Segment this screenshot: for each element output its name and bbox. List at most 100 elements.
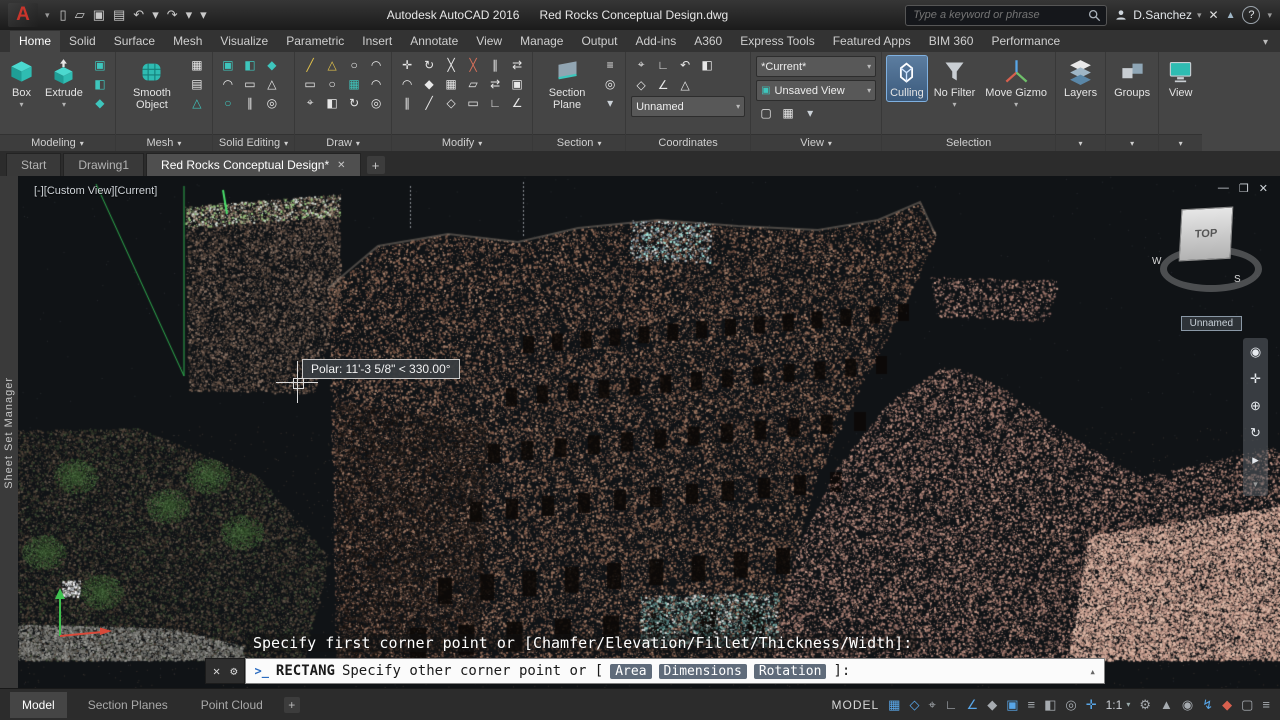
selection-cycling-icon[interactable]: ◎ <box>1065 697 1076 713</box>
user-caret-icon[interactable]: ▾ <box>1197 10 1202 21</box>
panel-label-coordinates[interactable]: Coordinates <box>626 134 750 151</box>
panel-label-draw[interactable]: Draw ▾ <box>295 134 391 151</box>
box-caret-icon[interactable]: ▾ <box>19 101 23 109</box>
view-manager-icon[interactable]: ▦ <box>778 104 798 121</box>
orbit-icon[interactable]: ↻ <box>1250 426 1261 439</box>
extrude-button[interactable]: Extrude ▾ <box>42 56 86 111</box>
polar-tracking-icon[interactable]: ∠ <box>967 697 979 713</box>
live-section-icon[interactable]: ≡ <box>600 56 620 73</box>
stretch-icon[interactable]: ⇄ <box>485 75 505 92</box>
region-icon[interactable]: ◧ <box>322 94 342 111</box>
tab-annotate[interactable]: Annotate <box>401 31 467 52</box>
model-space-label[interactable]: MODEL <box>831 698 879 712</box>
tab-featured-apps[interactable]: Featured Apps <box>824 31 920 52</box>
imprint-icon[interactable]: ∥ <box>240 94 260 111</box>
tab-performance[interactable]: Performance <box>982 31 1069 52</box>
section-plane-button[interactable]: Section Plane <box>538 56 596 113</box>
tab-surface[interactable]: Surface <box>105 31 164 52</box>
command-close-icon[interactable]: ✕ <box>213 664 220 678</box>
line-icon[interactable]: ╱ <box>300 56 320 73</box>
ucs-named-combo[interactable]: Unnamed ▾ <box>631 96 745 117</box>
view-more-caret-icon[interactable]: ▾ <box>800 104 820 121</box>
move-icon[interactable]: ✛ <box>397 56 417 73</box>
clean-screen-icon[interactable]: ▢ <box>1241 697 1253 713</box>
explode-icon[interactable]: ◆ <box>419 75 439 92</box>
mesh-smooth-more-icon[interactable]: △ <box>187 94 207 111</box>
full-navigation-wheel-icon[interactable]: ◉ <box>1250 345 1261 358</box>
showmotion-icon[interactable]: ▸ <box>1252 453 1259 466</box>
join-icon[interactable]: ∥ <box>397 94 417 111</box>
shell-icon[interactable]: ○ <box>218 94 238 111</box>
intersect-icon[interactable]: ◆ <box>262 56 282 73</box>
panel-label-solid-editing[interactable]: Solid Editing ▾ <box>213 134 294 151</box>
viewport-controls[interactable]: [-][Custom View][Current] <box>34 185 157 197</box>
divide-icon[interactable]: ∠ <box>507 94 527 111</box>
zoom-icon[interactable]: ⊕ <box>1250 399 1261 412</box>
customization-menu-icon[interactable]: ≡ <box>1262 697 1270 712</box>
viewport-config-icon[interactable]: ▢ <box>756 104 776 121</box>
isometric-drafting-icon[interactable]: ◆ <box>987 697 997 713</box>
ribbon-collapse-icon[interactable]: ▾ <box>1263 37 1268 52</box>
infer-constraints-icon[interactable]: ⌖ <box>928 697 935 713</box>
no-filter-button[interactable]: No Filter ▾ <box>931 56 979 111</box>
panel-label-modeling[interactable]: Modeling ▾ <box>0 134 115 151</box>
separate-icon[interactable]: △ <box>262 75 282 92</box>
extrude-caret-icon[interactable]: ▾ <box>62 101 66 109</box>
plot-icon[interactable]: ▤ <box>110 7 128 23</box>
move-gizmo-button[interactable]: Move Gizmo ▾ <box>982 56 1050 111</box>
break-icon[interactable]: ◇ <box>441 94 461 111</box>
point-icon[interactable]: ⌖ <box>300 94 320 111</box>
viewcube-ucs-chip[interactable]: Unnamed <box>1181 316 1242 331</box>
sheet-set-manager-rail[interactable]: Sheet Set Manager <box>0 176 19 689</box>
command-input[interactable]: >_ RECTANG Specify other corner point or… <box>245 658 1105 684</box>
annotation-monitor-icon[interactable]: ▲ <box>1160 697 1173 712</box>
search-input[interactable] <box>911 8 1083 22</box>
panel-label-view[interactable]: View ▾ <box>751 134 881 151</box>
ucs-previous-icon[interactable]: ↶ <box>675 56 695 73</box>
redo-caret-icon[interactable]: ▾ <box>183 7 196 23</box>
drawing-minimize-icon[interactable]: — <box>1218 182 1229 195</box>
groups-button[interactable]: Groups <box>1111 56 1153 101</box>
workspace-switching-icon[interactable]: ⚙ <box>1139 697 1151 713</box>
tab-mesh[interactable]: Mesh <box>164 31 211 52</box>
trim-icon[interactable]: ╳ <box>441 56 461 73</box>
subtract-icon[interactable]: ◧ <box>240 56 260 73</box>
ellipse-icon[interactable]: ○ <box>322 75 342 92</box>
ucs-world-icon[interactable]: ⌖ <box>631 56 651 73</box>
mesh-refine-icon[interactable]: ▦ <box>187 56 207 73</box>
viewcube[interactable]: TOP W S <box>1154 204 1254 310</box>
array-icon[interactable]: ▦ <box>441 75 461 92</box>
file-tab-red-rocks[interactable]: Red Rocks Conceptual Design* ✕ <box>146 153 360 176</box>
tab-home[interactable]: Home <box>10 31 60 52</box>
drawing-close-icon[interactable]: ✕ <box>1259 182 1268 195</box>
drawing-restore-icon[interactable]: ❐ <box>1239 182 1249 195</box>
pan-icon[interactable]: ✛ <box>1250 372 1261 385</box>
circle-icon[interactable]: ○ <box>344 56 364 73</box>
align-icon[interactable]: ∟ <box>485 94 505 111</box>
mirror-icon[interactable]: ⇄ <box>507 56 527 73</box>
arc-icon[interactable]: ◠ <box>366 56 386 73</box>
offset-icon[interactable]: ∥ <box>485 56 505 73</box>
check-icon[interactable]: ◎ <box>262 94 282 111</box>
help-icon[interactable]: ? <box>1242 6 1260 24</box>
ucs-origin-icon[interactable]: ◇ <box>631 76 651 93</box>
new-icon[interactable]: ▯ <box>57 7 70 23</box>
tab-output[interactable]: Output <box>572 31 626 52</box>
chamfer-icon[interactable]: ╱ <box>419 94 439 111</box>
ortho-mode-icon[interactable]: ∟ <box>945 697 958 712</box>
exchange-apps-icon[interactable]: ✕ <box>1209 8 1219 22</box>
panel-label-section[interactable]: Section ▾ <box>533 134 625 151</box>
file-tab-drawing1[interactable]: Drawing1 <box>63 153 144 176</box>
named-view-combo[interactable]: ▣ Unsaved View ▾ <box>756 80 876 101</box>
no-filter-caret-icon[interactable]: ▾ <box>953 101 957 109</box>
spline-icon[interactable]: ◠ <box>366 75 386 92</box>
helix-icon[interactable]: ↻ <box>344 94 364 111</box>
section-view-icon[interactable]: ◎ <box>600 75 620 92</box>
ucs-3point-icon[interactable]: △ <box>675 76 695 93</box>
visual-style-combo[interactable]: *Current* ▾ <box>756 56 876 77</box>
culling-button[interactable]: Culling <box>887 56 927 101</box>
signin-area[interactable]: D.Sanchez ▾ <box>1114 8 1201 22</box>
app-menu-caret-icon[interactable]: ▾ <box>45 10 50 21</box>
copy-icon[interactable]: ▣ <box>507 75 527 92</box>
ucs-face-icon[interactable]: ◧ <box>697 56 717 73</box>
